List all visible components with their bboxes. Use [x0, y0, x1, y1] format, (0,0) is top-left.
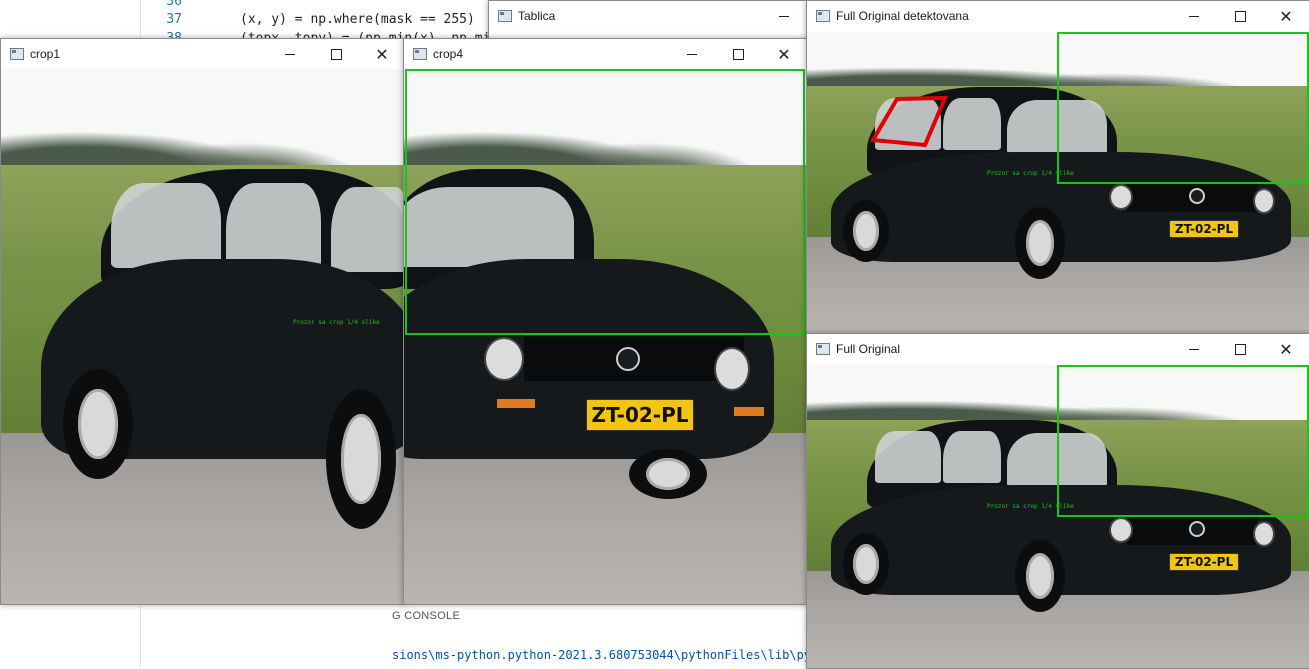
license-plate: ZT-02-PL [1169, 553, 1239, 571]
wheel [326, 389, 396, 529]
wheel [843, 533, 889, 595]
overlay-label: Prozor sa crop 1/4 slike [987, 503, 1074, 510]
close-icon[interactable]: ✕ [359, 39, 405, 69]
window-app-icon [498, 10, 512, 22]
window-crop1[interactable]: crop1 ✕ Prozor sa crop 1/4 slike [0, 38, 406, 605]
window-full-original[interactable]: Full Original ✕ ZT-02-PL Prozor sa crop … [806, 333, 1309, 669]
window-app-icon [816, 343, 830, 355]
minimize-icon[interactable] [1171, 334, 1217, 364]
minimize-icon[interactable] [1171, 1, 1217, 31]
maximize-icon[interactable] [313, 39, 359, 69]
image-view: Prozor sa crop 1/4 slike [1, 69, 405, 604]
license-plate: ZT-02-PL [586, 399, 694, 431]
line-number: 37 [166, 12, 182, 27]
window-tablica[interactable]: Tablica [488, 0, 808, 42]
overlay-label: Prozor sa crop 1/4 slike [987, 170, 1074, 177]
window-title: Full Original detektovana [836, 9, 969, 23]
overlay-label: Prozor sa crop 1/4 slike [293, 319, 380, 326]
image-view: ZT-02-PL Prozor sa crop 1/4 slike [807, 32, 1309, 333]
window-title: crop1 [30, 47, 61, 61]
headlight [714, 347, 750, 391]
detection-box [1057, 32, 1309, 184]
titlebar[interactable]: Tablica [489, 1, 807, 31]
maximize-icon[interactable] [1217, 334, 1263, 364]
close-icon[interactable]: ✕ [1263, 1, 1309, 31]
car-photo [1, 69, 405, 604]
titlebar[interactable]: Full Original ✕ [807, 334, 1309, 365]
window-full-original-detektovana[interactable]: Full Original detektovana ✕ ZT-02-PL Pro… [806, 0, 1309, 334]
window-title: crop4 [433, 47, 464, 61]
image-view: ZT-02-PL Prozor sa crop 1/4 slike [807, 365, 1309, 668]
detection-box [405, 69, 805, 335]
debug-console-tab[interactable]: G CONSOLE [392, 610, 460, 622]
window-crop4[interactable]: crop4 ✕ ZT-02-PL [403, 38, 808, 605]
wheel [1015, 540, 1065, 612]
window-app-icon [413, 48, 427, 60]
wheel [63, 369, 133, 479]
line-number: 36 [166, 0, 182, 9]
vw-logo-icon [616, 347, 640, 371]
close-icon[interactable]: ✕ [761, 39, 807, 69]
red-detection-quad [869, 95, 949, 148]
window-title: Tablica [518, 9, 556, 23]
close-icon[interactable]: ✕ [1263, 334, 1309, 364]
wheel [629, 449, 707, 499]
minimize-icon[interactable] [669, 39, 715, 69]
titlebar[interactable]: crop4 ✕ [404, 39, 807, 69]
image-view: ZT-02-PL [404, 69, 807, 604]
detection-box [1057, 365, 1309, 517]
headlight [1253, 521, 1275, 547]
window-app-icon [816, 10, 830, 22]
titlebar[interactable]: Full Original detektovana ✕ [807, 1, 1309, 32]
vw-logo-icon [1189, 521, 1205, 537]
titlebar[interactable]: crop1 ✕ [1, 39, 405, 69]
code-line[interactable]: (x, y) = np.where(mask == 255) [240, 12, 475, 27]
headlight [1109, 517, 1133, 543]
minimize-icon[interactable] [267, 39, 313, 69]
minimize-icon[interactable] [761, 1, 807, 31]
window-title: Full Original [836, 342, 901, 356]
terminal-output-line: sions\ms-python.python-2021.3.680753044\… [392, 648, 819, 662]
window-app-icon [10, 48, 24, 60]
maximize-icon[interactable] [715, 39, 761, 69]
maximize-icon[interactable] [1217, 1, 1263, 31]
headlight [484, 337, 524, 381]
